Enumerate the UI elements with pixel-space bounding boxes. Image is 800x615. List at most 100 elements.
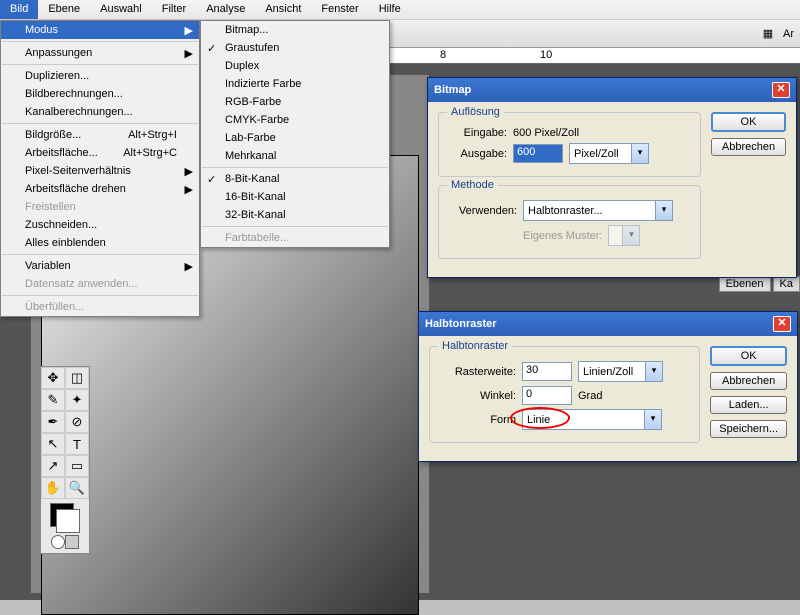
dropdown-arrow-icon[interactable]: ▾ — [645, 362, 662, 381]
menu-ansicht[interactable]: Ansicht — [255, 0, 311, 19]
menu-item-alles-einblenden[interactable]: Alles einblenden — [1, 234, 199, 252]
shape-tool-icon[interactable]: ▭ — [65, 455, 89, 477]
muster-combo: ▾ — [608, 225, 640, 246]
dialog-titlebar[interactable]: Halbtonraster ✕ — [419, 312, 797, 336]
menu-item-rgb[interactable]: RGB-Farbe — [201, 93, 389, 111]
menu-item-graustufen[interactable]: ✓Graustufen — [201, 39, 389, 57]
move-tool-icon[interactable]: ✥ — [41, 367, 65, 389]
laden-button[interactable]: Laden... — [710, 396, 787, 414]
abbrechen-button[interactable]: Abbrechen — [710, 372, 787, 390]
verwenden-combo[interactable]: Halbtonraster...▾ — [523, 200, 673, 221]
menu-item-lab[interactable]: Lab-Farbe — [201, 129, 389, 147]
ok-button[interactable]: OK — [710, 346, 787, 366]
abbrechen-button[interactable]: Abbrechen — [711, 138, 786, 156]
quickmask-icon[interactable] — [51, 535, 65, 549]
bitmap-dialog: Bitmap ✕ Auflösung Eingabe: 600 Pixel/Zo… — [427, 77, 797, 278]
dialog-title: Halbtonraster — [425, 318, 497, 330]
dropdown-arrow-icon[interactable]: ▾ — [631, 144, 648, 163]
dropdown-arrow-icon[interactable]: ▾ — [655, 201, 672, 220]
menu-bild[interactable]: Bild — [0, 0, 38, 19]
dialog-title: Bitmap — [434, 84, 471, 96]
menu-item-8bit[interactable]: ✓8-Bit-Kanal — [201, 170, 389, 188]
legend: Auflösung — [447, 106, 504, 118]
rasterweite-label: Rasterweite: — [438, 366, 516, 378]
legend: Methode — [447, 179, 498, 191]
submenu-arrow-icon: ▶ — [185, 260, 193, 273]
menu-item-pixel-seitenverhaeltnis[interactable]: Pixel-Seitenverhältnis▶ — [1, 162, 199, 180]
menu-bild-dropdown: Modus▶ Anpassungen▶ Duplizieren... Bildb… — [0, 20, 200, 317]
winkel-unit: Grad — [578, 390, 602, 402]
submenu-arrow-icon: ▶ — [185, 47, 193, 60]
screenmode-icon[interactable] — [65, 535, 79, 549]
background-swatch[interactable] — [56, 509, 80, 533]
eingabe-label: Eingabe: — [447, 127, 507, 139]
menu-item-farbtabelle: Farbtabelle... — [201, 229, 389, 247]
methode-group: Methode Verwenden: Halbtonraster...▾ Eig… — [438, 185, 701, 259]
winkel-input[interactable]: 0 — [522, 386, 572, 405]
legend: Halbtonraster — [438, 340, 512, 352]
rasterweite-input[interactable]: 30 — [522, 362, 572, 381]
menu-item-anpassungen[interactable]: Anpassungen▶ — [1, 44, 199, 62]
menu-item-zuschneiden[interactable]: Zuschneiden... — [1, 216, 199, 234]
dropdown-arrow-icon[interactable]: ▾ — [644, 410, 661, 429]
halbtonraster-group: Halbtonraster Rasterweite: 30 Linien/Zol… — [429, 346, 700, 443]
menu-item-modus[interactable]: Modus▶ — [1, 21, 199, 39]
brush-tool-icon[interactable]: ⊘ — [65, 411, 89, 433]
ausgabe-unit-combo[interactable]: Pixel/Zoll▾ — [569, 143, 649, 164]
hand-tool-icon[interactable]: ✋ — [41, 477, 65, 499]
menu-analyse[interactable]: Analyse — [196, 0, 255, 19]
form-combo[interactable]: Linie▾ — [522, 409, 662, 430]
menu-item-32bit[interactable]: 32-Bit-Kanal — [201, 206, 389, 224]
submenu-arrow-icon: ▶ — [185, 165, 193, 178]
check-icon: ✓ — [207, 173, 216, 186]
menu-item-indizierte-farbe[interactable]: Indizierte Farbe — [201, 75, 389, 93]
eyedropper-tool-icon[interactable]: ✒ — [41, 411, 65, 433]
menu-item-variablen[interactable]: Variablen▶ — [1, 257, 199, 275]
tab-ebenen[interactable]: Ebenen — [719, 276, 771, 292]
ausgabe-input[interactable]: 600 — [513, 144, 563, 163]
type-tool-icon[interactable]: T — [65, 433, 89, 455]
check-icon: ✓ — [207, 42, 216, 55]
menu-item-mehrkanal[interactable]: Mehrkanal — [201, 147, 389, 165]
zoom-tool-icon[interactable]: 🔍 — [65, 477, 89, 499]
menubar: Bild Ebene Auswahl Filter Analyse Ansich… — [0, 0, 800, 20]
aufloesung-group: Auflösung Eingabe: 600 Pixel/Zoll Ausgab… — [438, 112, 701, 177]
dialog-titlebar[interactable]: Bitmap ✕ — [428, 78, 796, 102]
rasterweite-unit-combo[interactable]: Linien/Zoll▾ — [578, 361, 663, 382]
menu-filter[interactable]: Filter — [152, 0, 196, 19]
marquee-tool-icon[interactable]: ◫ — [65, 367, 89, 389]
menu-fenster[interactable]: Fenster — [311, 0, 368, 19]
menu-item-cmyk[interactable]: CMYK-Farbe — [201, 111, 389, 129]
menu-item-duplizieren[interactable]: Duplizieren... — [1, 67, 199, 85]
menu-item-bitmap[interactable]: Bitmap... — [201, 21, 389, 39]
menu-item-datensatz: Datensatz anwenden... — [1, 275, 199, 293]
close-button[interactable]: ✕ — [773, 316, 791, 332]
menu-hilfe[interactable]: Hilfe — [369, 0, 411, 19]
menu-item-16bit[interactable]: 16-Bit-Kanal — [201, 188, 389, 206]
halbtonraster-dialog: Halbtonraster ✕ Halbtonraster Rasterweit… — [418, 311, 798, 462]
pen-tool-icon[interactable]: ↖ — [41, 433, 65, 455]
close-button[interactable]: ✕ — [772, 82, 790, 98]
speichern-button[interactable]: Speichern... — [710, 420, 787, 438]
lasso-tool-icon[interactable]: ✎ — [41, 389, 65, 411]
winkel-label: Winkel: — [438, 390, 516, 402]
path-tool-icon[interactable]: ↗ — [41, 455, 65, 477]
menu-item-duplex[interactable]: Duplex — [201, 57, 389, 75]
menu-auswahl[interactable]: Auswahl — [90, 0, 152, 19]
menu-ebene[interactable]: Ebene — [38, 0, 90, 19]
toolbar-text: Ar — [783, 28, 794, 40]
menu-modus-dropdown: Bitmap... ✓Graustufen Duplex Indizierte … — [200, 20, 390, 248]
ok-button[interactable]: OK — [711, 112, 786, 132]
eingabe-value: 600 Pixel/Zoll — [513, 127, 579, 139]
tab-kanaele[interactable]: Ka — [773, 276, 800, 292]
verwenden-label: Verwenden: — [447, 205, 517, 217]
submenu-arrow-icon: ▶ — [185, 183, 193, 196]
menu-item-arbeitsflaeche-drehen[interactable]: Arbeitsfläche drehen▶ — [1, 180, 199, 198]
wand-tool-icon[interactable]: ✦ — [65, 389, 89, 411]
dropdown-arrow-icon: ▾ — [622, 226, 639, 245]
menu-item-kanalberechnungen[interactable]: Kanalberechnungen... — [1, 103, 199, 121]
menu-item-bildberechnungen[interactable]: Bildberechnungen... — [1, 85, 199, 103]
menu-item-arbeitsflaeche[interactable]: Arbeitsfläche...Alt+Strg+C — [1, 144, 199, 162]
menu-item-bildgroesse[interactable]: Bildgröße...Alt+Strg+I — [1, 126, 199, 144]
panel-icon[interactable]: ▦ — [757, 23, 779, 45]
